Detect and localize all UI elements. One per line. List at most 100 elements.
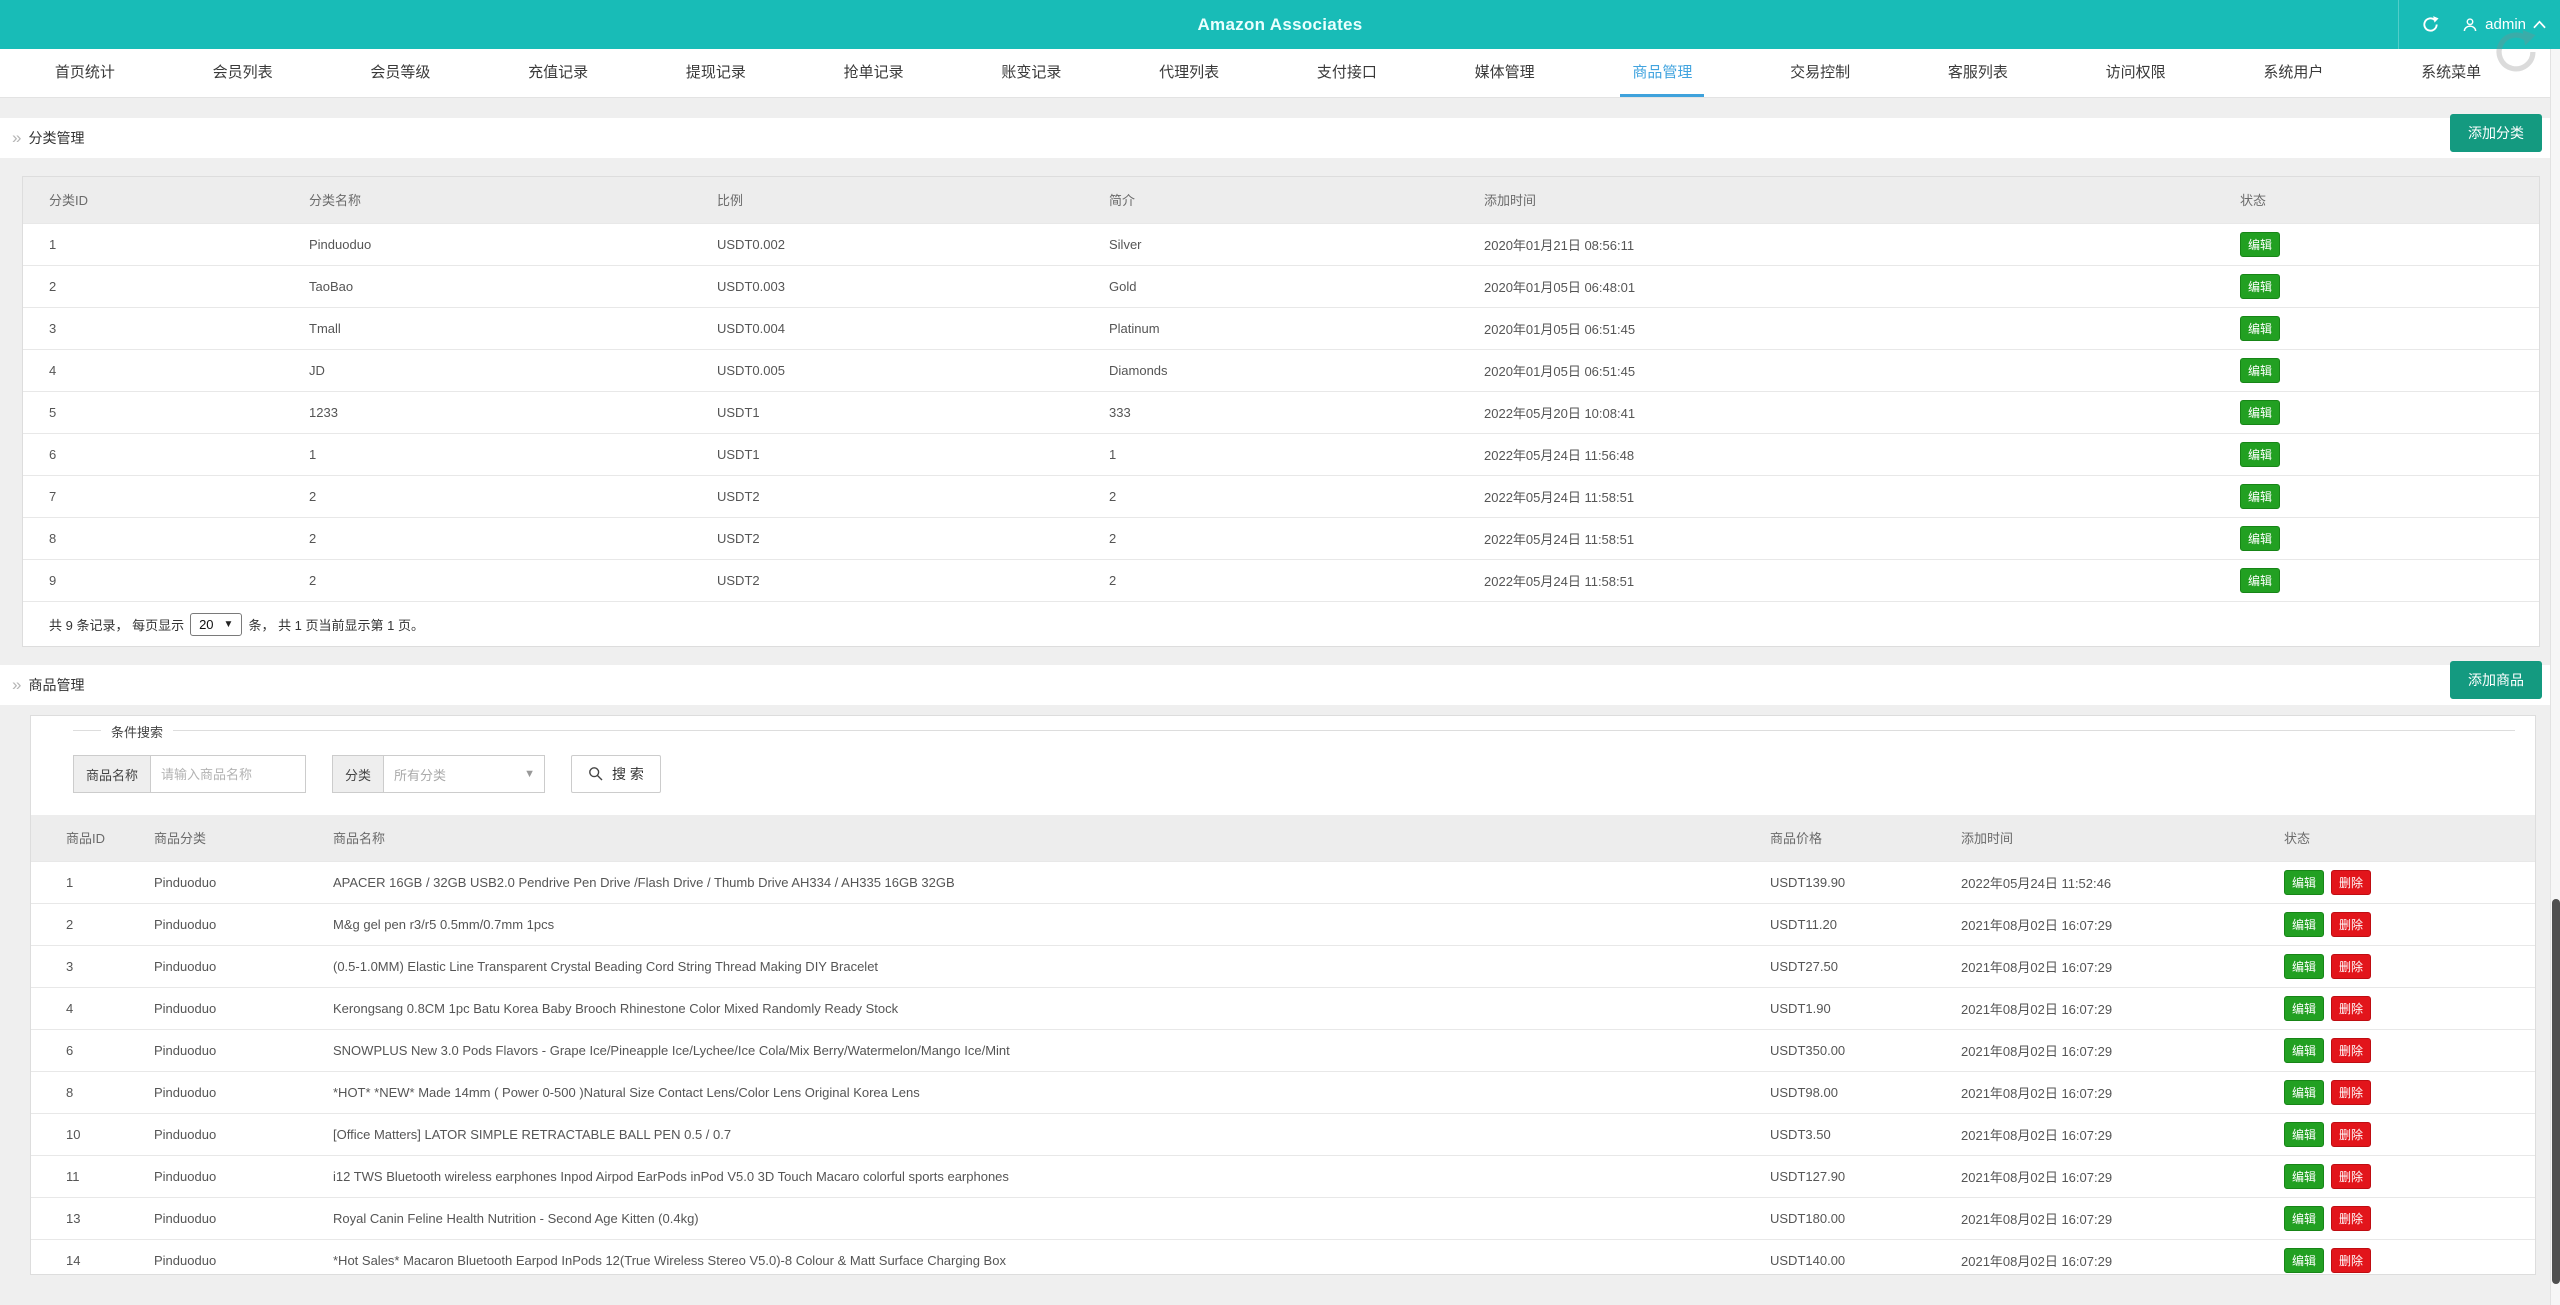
product-section-header: » 商品管理 添加商品 <box>0 661 2560 705</box>
nav-tab-商品管理[interactable]: 商品管理 <box>1620 49 1705 97</box>
edit-button[interactable]: 编辑 <box>2240 441 2281 467</box>
table-cell: USDT0.003 <box>717 264 1109 307</box>
delete-button[interactable]: 删除 <box>2331 1079 2372 1105</box>
table-row: 14 Pinduoduo *Hot Sales* Macaron Bluetooth… <box>31 1238 2535 1274</box>
edit-button[interactable]: 编辑 <box>2284 1205 2325 1231</box>
header-divider <box>2398 0 2400 49</box>
table-cell: USDT350.00 <box>1770 1028 1961 1071</box>
table-cell: APACER 16GB / 32GB USB2.0 Pendrive Pen D… <box>333 860 1770 903</box>
category-select[interactable]: 所有分类 ▼ <box>383 755 546 793</box>
edit-button[interactable]: 编辑 <box>2240 483 2281 509</box>
table-cell: Silver <box>1109 222 1484 265</box>
table-cell: 1 <box>309 432 717 475</box>
edit-button[interactable]: 编辑 <box>2284 953 2325 979</box>
column-header: 商品ID <box>31 815 154 861</box>
nav-tab-账变记录[interactable]: 账变记录 <box>989 49 1073 97</box>
product-panel: 条件搜索 商品名称 分类 所有分类 ▼ 搜 索 商品ID <box>30 715 2536 1275</box>
table-cell: 2 <box>309 558 717 601</box>
table-cell: 2 <box>31 902 154 945</box>
table-cell: Pinduoduo <box>309 222 717 265</box>
edit-button[interactable]: 编辑 <box>2284 1037 2325 1063</box>
table-cell: 2022年05月24日 11:58:51 <box>1484 474 2240 517</box>
column-header: 添加时间 <box>1484 177 2240 223</box>
edit-button[interactable]: 编辑 <box>2284 911 2325 937</box>
delete-button[interactable]: 删除 <box>2331 1247 2372 1273</box>
table-cell: USDT1.90 <box>1770 986 1961 1029</box>
nav-tab-首页统计[interactable]: 首页统计 <box>43 49 127 97</box>
product-table: 商品ID 商品分类 商品名称 商品价格 添加时间 状态 1 Pinduoduo AP… <box>31 815 2535 1274</box>
edit-button[interactable]: 编辑 <box>2284 995 2325 1021</box>
table-cell: USDT27.50 <box>1770 944 1961 987</box>
table-row: 1 Pinduoduo APACER 16GB / 32GB USB2.0 Pend… <box>31 860 2535 903</box>
edit-button[interactable]: 编辑 <box>2284 1163 2325 1189</box>
add-category-button[interactable]: 添加分类 <box>2450 114 2542 152</box>
product-name-input[interactable] <box>150 755 307 793</box>
edit-button[interactable]: 编辑 <box>2240 525 2281 551</box>
nav-tab-充值记录[interactable]: 充值记录 <box>516 49 600 97</box>
nav-tab-抢单记录[interactable]: 抢单记录 <box>832 49 916 97</box>
table-cell: 2022年05月24日 11:58:51 <box>1484 516 2240 559</box>
delete-button[interactable]: 删除 <box>2331 953 2372 979</box>
table-row: 4 Pinduoduo Kerongsang 0.8CM 1pc Batu Kore… <box>31 986 2535 1029</box>
delete-button[interactable]: 删除 <box>2331 911 2372 937</box>
edit-button[interactable]: 编辑 <box>2240 567 2281 593</box>
table-cell: (0.5-1.0MM) Elastic Line Transparent Cry… <box>333 944 1770 987</box>
edit-button[interactable]: 编辑 <box>2240 231 2281 257</box>
table-cell: 2021年08月02日 16:07:29 <box>1961 1070 2284 1113</box>
delete-button[interactable]: 删除 <box>2331 1121 2372 1147</box>
delete-button[interactable]: 删除 <box>2331 1205 2372 1231</box>
edit-button[interactable]: 编辑 <box>2240 315 2281 341</box>
edit-button[interactable]: 编辑 <box>2284 1121 2325 1147</box>
edit-button[interactable]: 编辑 <box>2240 399 2281 425</box>
status-cell: 编辑 删除 <box>2284 1028 2535 1071</box>
nav-tab-支付接口[interactable]: 支付接口 <box>1305 49 1389 97</box>
breadcrumb: 商品管理 <box>28 677 85 693</box>
table-cell: 2021年08月02日 16:07:29 <box>1961 1154 2284 1197</box>
delete-button[interactable]: 删除 <box>2331 1163 2372 1189</box>
person-icon <box>2463 17 2477 31</box>
table-cell: 2021年08月02日 16:07:29 <box>1961 902 2284 945</box>
refresh-icon[interactable] <box>2421 15 2440 34</box>
scrollbar-thumb[interactable] <box>2552 899 2560 1284</box>
delete-button[interactable]: 删除 <box>2331 869 2372 895</box>
nav-tab-媒体管理[interactable]: 媒体管理 <box>1463 49 1547 97</box>
nav-tab-会员列表[interactable]: 会员列表 <box>201 49 285 97</box>
table-cell: 7 <box>23 474 309 517</box>
table-cell: JD <box>309 348 717 391</box>
table-cell: SNOWPLUS New 3.0 Pods Flavors - Grape Ic… <box>333 1028 1770 1071</box>
page-size-select[interactable]: 20 ▼ <box>190 612 243 636</box>
status-cell: 编辑 删除 <box>2284 1112 2535 1155</box>
edit-button[interactable]: 编辑 <box>2240 357 2281 383</box>
table-row: 7 2 USDT2 2 2022年05月24日 11:58:51 编辑 <box>23 474 2539 517</box>
edit-button[interactable]: 编辑 <box>2284 1079 2325 1105</box>
status-cell: 编辑 删除 <box>2284 1238 2535 1274</box>
category-panel: 分类ID 分类名称 比例 简介 添加时间 状态 1 Pinduoduo USDT0.… <box>22 176 2540 647</box>
category-section-header: » 分类管理 添加分类 <box>0 114 2560 158</box>
product-name-group: 商品名称 <box>73 755 307 793</box>
status-cell: 编辑 删除 <box>2284 902 2535 945</box>
edit-button[interactable]: 编辑 <box>2284 1247 2325 1273</box>
table-cell: 2 <box>309 474 717 517</box>
table-row: 1 Pinduoduo USDT0.002 Silver 2020年01月21日 08:… <box>23 222 2539 265</box>
table-cell: Pinduoduo <box>154 1238 333 1274</box>
nav-tab-系统用户[interactable]: 系统用户 <box>2251 49 2335 97</box>
delete-button[interactable]: 删除 <box>2331 995 2372 1021</box>
nav-tab-交易控制[interactable]: 交易控制 <box>1778 49 1862 97</box>
edit-button[interactable]: 编辑 <box>2284 869 2325 895</box>
nav-tab-提现记录[interactable]: 提现记录 <box>674 49 758 97</box>
nav-tab-访问权限[interactable]: 访问权限 <box>2094 49 2178 97</box>
nav-tab-系统菜单[interactable]: 系统菜单 <box>2409 49 2493 97</box>
breadcrumb-icon: » <box>12 675 22 694</box>
nav-tab-会员等级[interactable]: 会员等级 <box>358 49 442 97</box>
table-cell: Pinduoduo <box>154 944 333 987</box>
delete-button[interactable]: 删除 <box>2331 1037 2372 1063</box>
nav-tab-客服列表[interactable]: 客服列表 <box>1936 49 2020 97</box>
table-row: 3 Tmall USDT0.004 Platinum 2020年01月05日 06:51… <box>23 306 2539 349</box>
nav-tab-代理列表[interactable]: 代理列表 <box>1147 49 1231 97</box>
status-cell: 编辑 删除 <box>2284 944 2535 987</box>
edit-button[interactable]: 编辑 <box>2240 273 2281 299</box>
table-cell: 6 <box>23 432 309 475</box>
search-legend: 条件搜索 <box>101 722 174 741</box>
search-button[interactable]: 搜 索 <box>571 755 661 793</box>
add-product-button[interactable]: 添加商品 <box>2450 661 2542 699</box>
